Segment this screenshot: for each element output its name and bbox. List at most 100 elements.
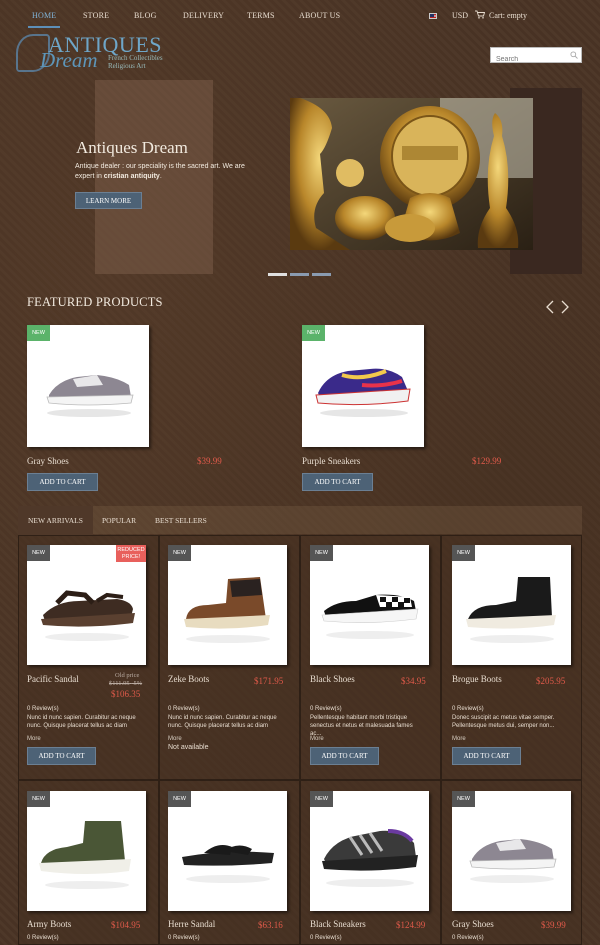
gray-shoe-icon — [46, 375, 134, 417]
product-image-pacific-sandal[interactable]: NEW REDUCED PRICE! — [27, 545, 146, 665]
old-price: $111.95 -5% — [109, 680, 142, 687]
us-flag-icon[interactable] — [429, 13, 437, 19]
slider-dot-3[interactable] — [312, 273, 331, 276]
slider-dot-2[interactable] — [290, 273, 309, 276]
site-logo[interactable]: ANTIQUES Dream French Collectibles Religi… — [14, 32, 184, 76]
new-badge: NEW — [302, 325, 325, 341]
new-badge: NEW — [27, 791, 50, 807]
product-name[interactable]: Black Sneakers — [310, 919, 366, 929]
review-count[interactable]: 0 Review(s) — [310, 935, 342, 941]
new-badge: NEW — [27, 325, 50, 341]
product-image-black-shoes[interactable]: NEW — [310, 545, 429, 665]
hero-image — [290, 98, 533, 250]
tab-new-arrivals[interactable]: NEW ARRIVALS — [18, 506, 93, 536]
reduced-price-badge: REDUCED PRICE! — [116, 545, 146, 562]
boot-icon — [184, 577, 270, 643]
availability-status: Not available — [168, 744, 209, 751]
logo-tagline-1: French Collectibles — [108, 54, 163, 62]
cart-icon[interactable] — [475, 10, 485, 19]
product-name[interactable]: Brogue Boots — [452, 674, 502, 684]
review-count[interactable]: 0 Review(s) — [310, 706, 342, 712]
review-count[interactable]: 0 Review(s) — [452, 706, 484, 712]
product-price: $39.99 — [197, 456, 222, 466]
add-to-cart-button[interactable]: ADD TO CART — [27, 747, 96, 765]
nav-delivery[interactable]: DELIVERY — [183, 11, 224, 20]
more-link[interactable]: More — [168, 736, 182, 742]
add-to-cart-button[interactable]: ADD TO CART — [310, 747, 379, 765]
sandal-icon — [41, 590, 135, 641]
old-price-value: $111.95 — [109, 680, 130, 687]
hero-desc-bold: cristian antiquity — [103, 173, 160, 180]
logo-text-dream: Dream — [40, 48, 98, 72]
product-price: $129.99 — [472, 456, 502, 466]
cart-status[interactable]: Cart: empty — [489, 11, 527, 20]
product-image-gray-shoes-grid[interactable]: NEW — [452, 791, 571, 911]
add-to-cart-button[interactable]: ADD TO CART — [302, 473, 373, 491]
hero-desc-end: . — [159, 173, 162, 180]
learn-more-button[interactable]: LEARN MORE — [75, 192, 142, 209]
product-image-purple-sneakers[interactable]: NEW — [302, 325, 424, 447]
product-image-brogue-boots[interactable]: NEW — [452, 545, 571, 665]
old-price-label: Old price — [115, 672, 140, 679]
nav-blog[interactable]: BLOG — [134, 11, 157, 20]
product-image-black-sneakers[interactable]: NEW — [310, 791, 429, 911]
army-boot-icon — [39, 821, 131, 889]
product-description: Pellentesque habitant morbi tristique se… — [310, 715, 413, 737]
product-name[interactable]: Army Boots — [27, 919, 71, 929]
chevron-right-icon[interactable] — [560, 300, 570, 314]
product-image-zeke-boots[interactable]: NEW — [168, 545, 287, 665]
tab-popular[interactable]: POPULAR — [102, 506, 136, 536]
new-badge: NEW — [452, 791, 475, 807]
review-count[interactable]: 0 Review(s) — [168, 935, 200, 941]
product-price: $39.99 — [541, 920, 566, 930]
slider-dot-1[interactable] — [268, 273, 287, 276]
product-name[interactable]: Gray Shoes — [27, 456, 69, 466]
hero-slider: Antiques Dream Antique dealer : our spec… — [18, 80, 582, 276]
new-badge: NEW — [168, 791, 191, 807]
product-name[interactable]: Purple Sneakers — [302, 456, 360, 466]
logo-tagline-2: Religious Art — [108, 62, 146, 70]
product-image-herre-sandal[interactable]: NEW — [168, 791, 287, 911]
nav-terms[interactable]: TERMS — [247, 11, 275, 20]
tab-best-sellers[interactable]: BEST SELLERS — [155, 506, 207, 536]
review-count[interactable]: 0 Review(s) — [452, 935, 484, 941]
product-name[interactable]: Gray Shoes — [452, 919, 494, 929]
review-count[interactable]: 0 Review(s) — [27, 935, 59, 941]
slide-sandal-icon — [182, 845, 274, 883]
currency-selector[interactable]: USD — [452, 11, 468, 20]
product-image-gray-shoes[interactable]: NEW — [27, 325, 149, 447]
product-price: $104.95 — [111, 920, 141, 930]
more-link[interactable]: More — [310, 736, 324, 742]
hero-description: Antique dealer : our speciality is the s… — [75, 162, 265, 182]
new-badge: NEW — [27, 545, 50, 561]
product-name[interactable]: Herre Sandal — [168, 919, 215, 929]
slider-dots — [268, 263, 334, 281]
product-name[interactable]: Black Shoes — [310, 674, 355, 684]
search-icon[interactable] — [570, 51, 578, 59]
gray-shoe-icon — [469, 839, 557, 883]
new-badge: NEW — [310, 545, 333, 561]
review-count[interactable]: 0 Review(s) — [168, 706, 200, 712]
search-input[interactable] — [491, 52, 567, 67]
new-badge: NEW — [310, 791, 333, 807]
black-shoe-icon — [321, 594, 419, 639]
product-name[interactable]: Pacific Sandal — [27, 674, 79, 684]
add-to-cart-button[interactable]: ADD TO CART — [27, 473, 98, 491]
more-link[interactable]: More — [27, 736, 41, 742]
product-description: Donec suscipit ac metus vitae semper. Pe… — [452, 715, 555, 729]
brogue-boot-icon — [466, 577, 556, 643]
search-box — [490, 47, 582, 67]
nav-store[interactable]: STORE — [83, 11, 109, 20]
product-price: $34.95 — [401, 676, 426, 686]
product-price: $124.99 — [396, 920, 426, 930]
product-name[interactable]: Zeke Boots — [168, 674, 209, 684]
product-price: $205.95 — [536, 676, 566, 686]
nav-home[interactable]: HOME — [32, 11, 56, 20]
review-count[interactable]: 0 Review(s) — [27, 706, 59, 712]
hero-title: Antiques Dream — [76, 138, 188, 157]
more-link[interactable]: More — [452, 736, 466, 742]
nav-about-us[interactable]: ABOUT US — [299, 11, 340, 20]
product-image-army-boots[interactable]: NEW — [27, 791, 146, 911]
chevron-left-icon[interactable] — [545, 300, 555, 314]
add-to-cart-button[interactable]: ADD TO CART — [452, 747, 521, 765]
